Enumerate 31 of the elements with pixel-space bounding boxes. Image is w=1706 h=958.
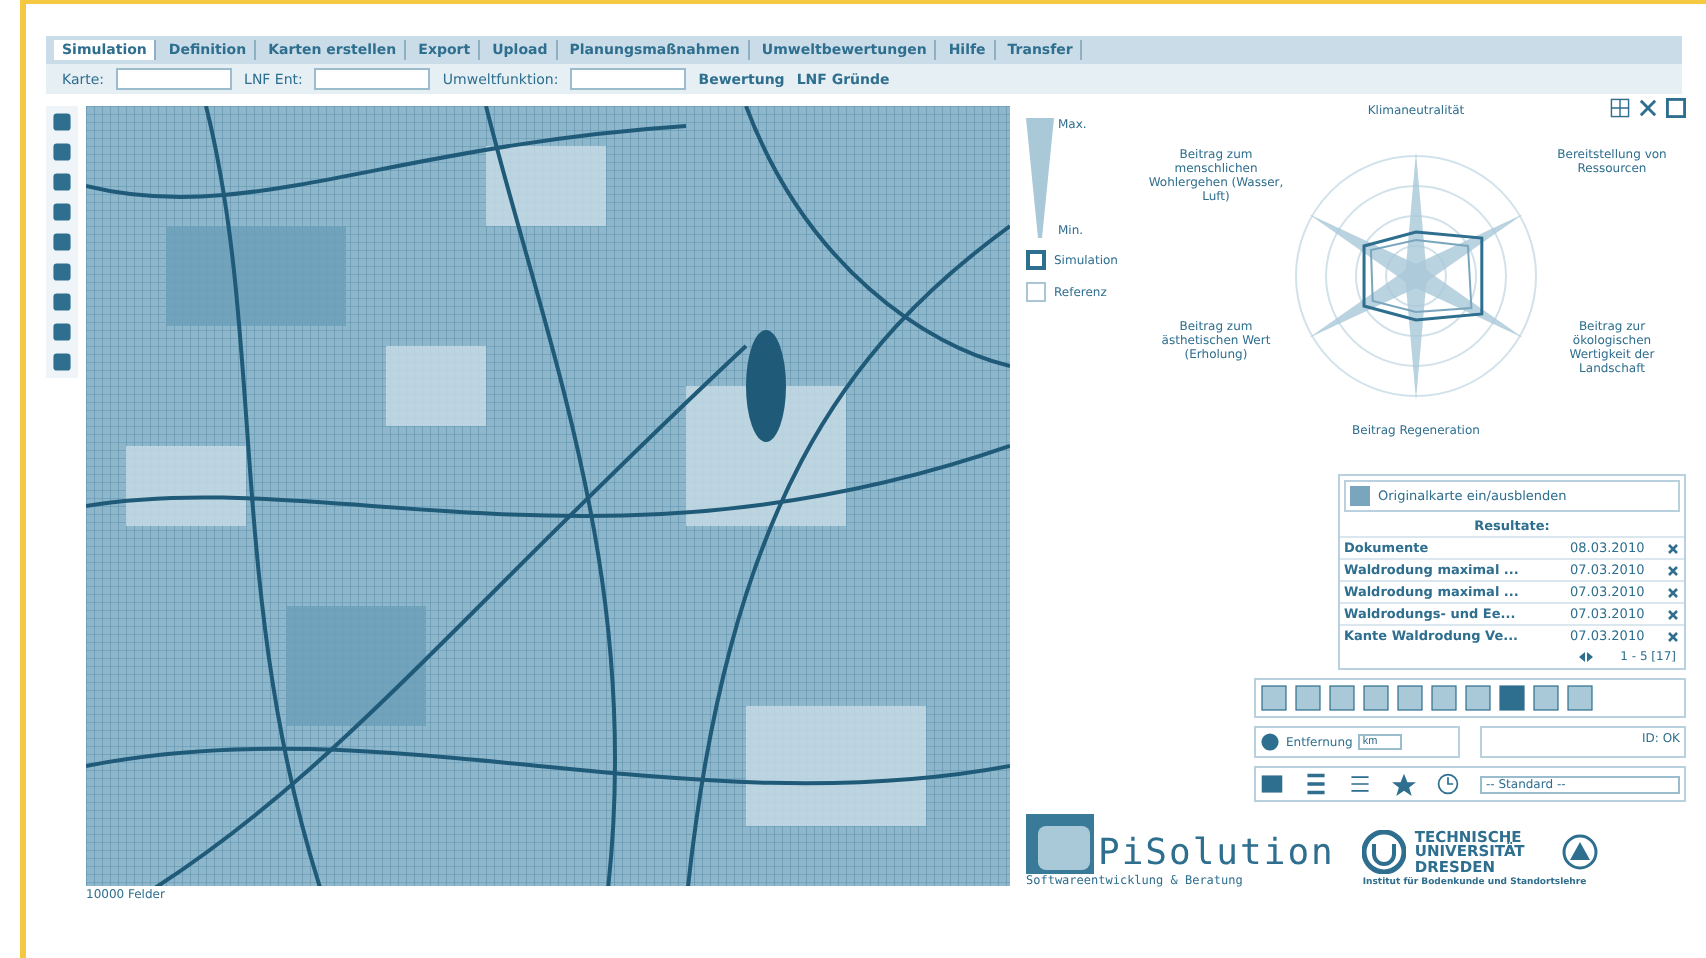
delete-icon[interactable]: [1666, 541, 1680, 555]
company-name: PiSolution: [1098, 832, 1335, 874]
simulation-line: [1362, 230, 1484, 322]
delete-icon[interactable]: [1666, 563, 1680, 577]
institute-emblem-icon: [1562, 831, 1599, 872]
list-icon[interactable]: [1348, 772, 1372, 796]
clock-icon[interactable]: [1436, 772, 1460, 796]
map-drawing[interactable]: [86, 106, 1010, 886]
tool-icon[interactable]: [1362, 684, 1390, 712]
delete-icon[interactable]: [1666, 585, 1680, 599]
tool-icon[interactable]: [1396, 684, 1424, 712]
map-toggle-icon: [1350, 486, 1370, 506]
legend-swatch: [1026, 250, 1046, 270]
logo-icon: [1026, 814, 1094, 874]
tool-icon[interactable]: [1328, 684, 1356, 712]
scale-wedge-icon: [1026, 118, 1054, 238]
tool-icon[interactable]: [1566, 684, 1594, 712]
delete-icon[interactable]: [1666, 607, 1680, 621]
delete-icon[interactable]: [1666, 629, 1680, 643]
legend-swatch: [1026, 282, 1046, 302]
grid-icon[interactable]: [1610, 98, 1630, 118]
tool-icon[interactable]: [1260, 684, 1288, 712]
tool-icon[interactable]: [1294, 684, 1322, 712]
tool-icon[interactable]: [1532, 684, 1560, 712]
reference-line: [1369, 239, 1473, 313]
tool-icon[interactable]: [1430, 684, 1458, 712]
star-icon[interactable]: [1392, 772, 1416, 796]
tool-icon[interactable]: [1464, 684, 1492, 712]
tool-icon[interactable]: [1498, 684, 1526, 712]
cross-icon[interactable]: [1638, 98, 1658, 118]
university-logo-icon: [1362, 829, 1407, 874]
